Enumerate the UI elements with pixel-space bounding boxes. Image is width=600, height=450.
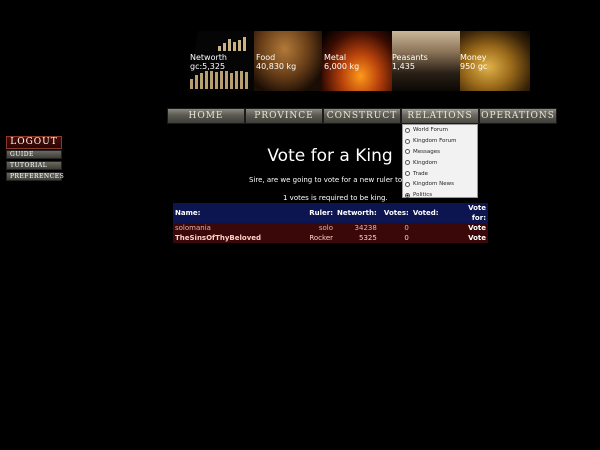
- cell-ruler: solo: [318, 224, 333, 232]
- header-voted: Voted:: [412, 209, 439, 217]
- radio-icon: [405, 138, 410, 144]
- cell-vote: Vote: [465, 233, 488, 243]
- header-votes: Votes:: [383, 209, 409, 217]
- nav-construct[interactable]: CONSTRUCT: [323, 108, 401, 124]
- cell-votes: 0: [404, 224, 409, 232]
- radio-icon: [405, 181, 410, 187]
- peasants-stat: Peasants 1,435: [392, 53, 428, 71]
- cell-networth: 34238: [354, 224, 377, 232]
- food-stat: Food 40,830 kg: [256, 53, 296, 71]
- cell-name: TheSinsOfThyBeloved: [175, 234, 262, 242]
- preferences-button[interactable]: PREFERENCES: [6, 172, 64, 181]
- cell-name: solomania: [175, 224, 211, 232]
- page-subtitle: Sire, are we going to vote for a new rul…: [249, 176, 407, 184]
- nav-operations[interactable]: OPERATIONS: [479, 108, 557, 124]
- main-nav: HOME PROVINCE CONSTRUCT RELATIONS OPERAT…: [167, 108, 557, 124]
- menu-item-kingdom-news[interactable]: Kingdom News: [403, 179, 477, 190]
- menu-item-kingdom[interactable]: Kingdom: [403, 157, 477, 168]
- nav-province[interactable]: PROVINCE: [245, 108, 323, 124]
- header-ruler: Ruler:: [309, 209, 333, 217]
- cell-voted: [411, 223, 465, 233]
- resource-banner: Networth gc:5,325 Food 40,830 kg Metal 6…: [186, 31, 530, 91]
- cell-vote: Vote: [465, 223, 488, 233]
- menu-item-label: Kingdom: [413, 159, 438, 166]
- menu-item-politics[interactable]: Politics: [403, 190, 477, 201]
- food-label: Food: [256, 53, 276, 62]
- header-vote-for: Vote for:: [468, 204, 486, 222]
- metal-label: Metal: [324, 53, 347, 62]
- candidates-table: Name: Ruler: Networth: Votes: Voted: Vot…: [173, 203, 488, 243]
- header-name: Name:: [175, 209, 201, 217]
- cell-ruler: Rocker: [309, 234, 333, 242]
- radio-icon: [405, 171, 410, 177]
- table-header-row: Name: Ruler: Networth: Votes: Voted: Vot…: [173, 203, 488, 223]
- money-value: 950 gc: [460, 62, 488, 71]
- votes-required-text: 1 votes is required to be king.: [283, 194, 388, 202]
- menu-item-label: Politics: [413, 192, 433, 199]
- radio-icon: [405, 149, 410, 155]
- radio-icon: [405, 127, 410, 133]
- networth-bars-icon: [190, 71, 248, 89]
- menu-item-trade[interactable]: Trade: [403, 168, 477, 179]
- networth-value: gc:5,325: [190, 62, 226, 71]
- table-row: TheSinsOfThyBeloved Rocker 5325 0 Vote: [173, 233, 488, 243]
- menu-item-label: Trade: [413, 170, 429, 177]
- menu-item-label: Kingdom Forum: [413, 138, 457, 145]
- nav-relations[interactable]: RELATIONS: [401, 108, 479, 124]
- menu-item-label: World Forum: [413, 127, 448, 134]
- menu-item-label: Messages: [413, 148, 440, 155]
- networth-stat: Networth gc:5,325: [190, 53, 227, 71]
- networth-label: Networth: [190, 53, 227, 62]
- cell-voted: [411, 233, 465, 243]
- food-value: 40,830 kg: [256, 62, 297, 71]
- money-stat: Money 950 gc: [460, 53, 487, 71]
- table-row: solomania solo 34238 0 Vote: [173, 223, 488, 233]
- peasants-value: 1,435: [392, 62, 415, 71]
- cell-votes: 0: [404, 234, 409, 242]
- menu-item-world-forum[interactable]: World Forum: [403, 125, 477, 136]
- nav-home[interactable]: HOME: [167, 108, 245, 124]
- menu-item-label: Kingdom News: [413, 181, 454, 188]
- relations-dropdown: World Forum Kingdom Forum Messages Kingd…: [402, 124, 478, 198]
- money-label: Money: [460, 53, 487, 62]
- radio-selected-icon: [405, 192, 410, 198]
- vote-link[interactable]: Vote: [468, 224, 486, 232]
- page-title: Vote for a King: [267, 146, 393, 166]
- menu-item-messages[interactable]: Messages: [403, 147, 477, 158]
- menu-item-kingdom-forum[interactable]: Kingdom Forum: [403, 136, 477, 147]
- radio-icon: [405, 160, 410, 166]
- metal-value: 6,000 kg: [324, 62, 360, 71]
- networth-chart-icon: [218, 37, 246, 51]
- header-networth: Networth:: [337, 209, 377, 217]
- cell-networth: 5325: [358, 234, 377, 242]
- vote-link[interactable]: Vote: [468, 234, 486, 242]
- metal-stat: Metal 6,000 kg: [324, 53, 359, 71]
- peasants-label: Peasants: [392, 53, 428, 62]
